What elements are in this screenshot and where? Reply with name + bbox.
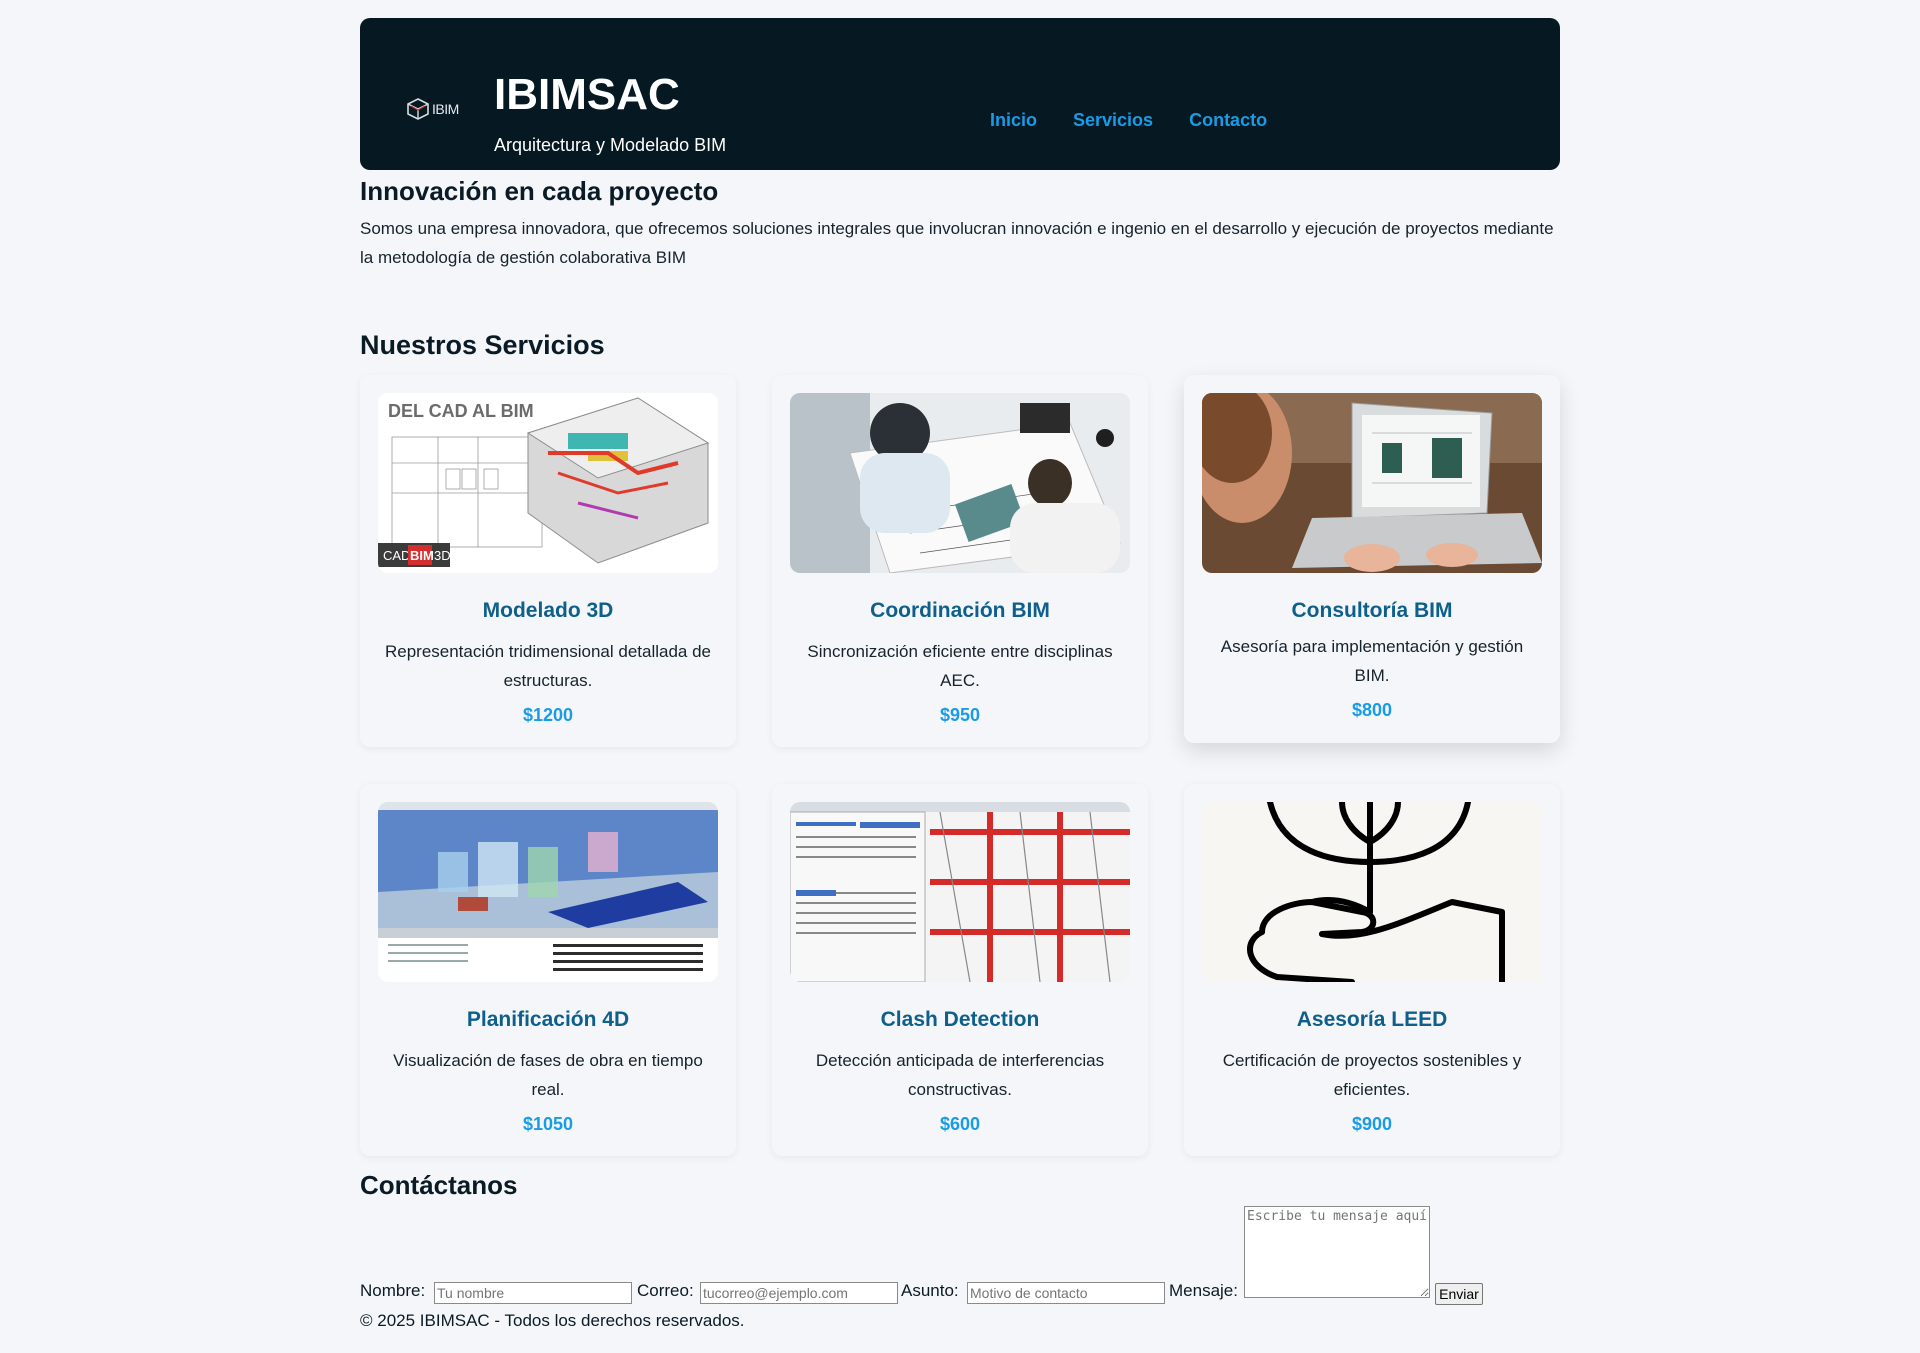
service-card-modelado-3d[interactable]: DEL CAD AL BIM CAD BIM 3D Modelado 3D Re… (360, 375, 736, 747)
service-image-consultoria-bim (1202, 393, 1542, 573)
service-image-planificacion-4d (378, 802, 718, 982)
subject-input[interactable] (967, 1282, 1165, 1304)
service-card-asesoria-leed[interactable]: Asesoría LEED Certificación de proyectos… (1184, 784, 1560, 1156)
service-title: Coordinación BIM (870, 599, 1050, 622)
service-card-clash-detection[interactable]: Clash Detection Detección anticipada de … (772, 784, 1148, 1156)
service-card-consultoria-bim[interactable]: Consultoría BIM Asesoría para implementa… (1184, 375, 1560, 743)
service-price: $950 (939, 705, 981, 725)
nav-link-servicios[interactable]: Servicios (1073, 110, 1153, 131)
service-description: Visualización de fases de obra en tiempo… (393, 1051, 703, 1099)
service-image-clash-detection (790, 802, 1130, 982)
logo-text: IBIM (432, 101, 459, 117)
badge-cad-text: CAD (383, 548, 410, 563)
service-image-coordinacion-bim (790, 393, 1130, 573)
logo[interactable]: IBIM (406, 94, 466, 124)
cube-logo-icon (407, 98, 429, 120)
service-description: Asesoría para implementación y gestión B… (1220, 637, 1524, 685)
service-price: $1200 (522, 705, 574, 725)
service-description: Sincronización eficiente entre disciplin… (807, 642, 1113, 690)
brand-title: IBIMSAC (494, 70, 680, 119)
nav-link-inicio[interactable]: Inicio (990, 110, 1037, 131)
service-price: $900 (1351, 1114, 1393, 1134)
contact-form: Nombre: Correo: Asunto: Mensaje: Enviar (360, 1206, 1560, 1306)
service-price: $600 (939, 1114, 981, 1134)
contact-title: Contáctanos (360, 1170, 518, 1200)
subject-label: Asunto: (901, 1281, 959, 1300)
site-header: IBIM IBIMSAC Arquitectura y Modelado BIM… (360, 18, 1560, 170)
service-title: Consultoría BIM (1291, 599, 1453, 622)
badge-3d-text: 3D (434, 548, 451, 563)
service-card-coordinacion-bim[interactable]: Coordinación BIM Sincronización eficient… (772, 375, 1148, 747)
badge-bim-text: BIM (410, 548, 434, 563)
image-label-text: DEL CAD AL BIM (388, 401, 534, 421)
email-input[interactable] (700, 1282, 898, 1304)
service-card-planificacion-4d[interactable]: Planificación 4D Visualización de fases … (360, 784, 736, 1156)
intro-title: Innovación en cada proyecto (360, 176, 719, 206)
intro-text: Somos una empresa innovadora, que ofrece… (360, 219, 1554, 267)
email-label: Correo: (637, 1281, 694, 1300)
service-price: $800 (1351, 700, 1393, 720)
service-description: Certificación de proyectos sostenibles y… (1222, 1051, 1522, 1099)
submit-button[interactable]: Enviar (1435, 1283, 1483, 1305)
service-image-modelado-3d: DEL CAD AL BIM CAD BIM 3D (378, 393, 718, 573)
service-description: Representación tridimensional detallada … (384, 642, 712, 690)
service-image-asesoria-leed (1202, 802, 1542, 982)
message-textarea[interactable] (1244, 1206, 1430, 1298)
name-label: Nombre: (360, 1281, 426, 1300)
brand-tagline: Arquitectura y Modelado BIM (494, 135, 727, 155)
name-input[interactable] (434, 1282, 632, 1304)
footer-text: © 2025 IBIMSAC - Todos los derechos rese… (360, 1311, 745, 1330)
service-description: Detección anticipada de interferencias c… (815, 1051, 1105, 1099)
service-title: Asesoría LEED (1296, 1008, 1448, 1031)
nav-link-contacto[interactable]: Contacto (1189, 110, 1267, 131)
message-label: Mensaje: (1169, 1281, 1238, 1300)
service-price: $1050 (522, 1114, 574, 1134)
service-title: Clash Detection (880, 1008, 1040, 1031)
service-title: Planificación 4D (466, 1008, 630, 1031)
service-title: Modelado 3D (482, 599, 614, 622)
services-title: Nuestros Servicios (360, 330, 605, 360)
main-nav: Inicio Servicios Contacto (990, 110, 1267, 131)
